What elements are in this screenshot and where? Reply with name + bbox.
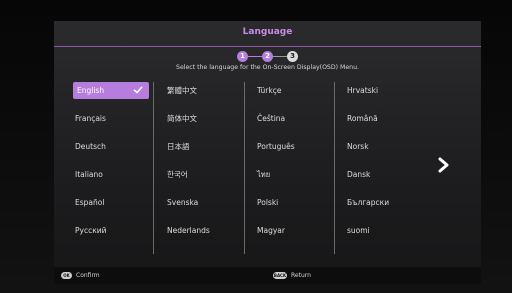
- language-option[interactable]: suomi: [341, 222, 421, 239]
- check-icon: [133, 86, 143, 94]
- language-label: English: [77, 86, 105, 95]
- step-connector: [247, 56, 263, 57]
- ok-key-icon: OK: [61, 272, 72, 279]
- step-1: 1: [237, 51, 248, 62]
- column-divider: [334, 82, 335, 254]
- language-option[interactable]: Norsk: [341, 138, 421, 155]
- language-dialog: Language 1 2 3 Select the language for t…: [54, 21, 481, 284]
- language-column-4: Hrvatski Română Norsk Dansk Български su…: [341, 78, 431, 260]
- language-option[interactable]: Deutsch: [69, 138, 149, 155]
- language-option[interactable]: Italiano: [69, 166, 149, 183]
- language-option[interactable]: Türkçe: [251, 82, 331, 99]
- language-option[interactable]: 繁體中文: [161, 82, 241, 99]
- column-divider: [244, 82, 245, 254]
- language-option[interactable]: Magyar: [251, 222, 331, 239]
- language-option[interactable]: Română: [341, 110, 421, 127]
- step-connector: [272, 56, 288, 57]
- language-option[interactable]: Hrvatski: [341, 82, 421, 99]
- language-option[interactable]: 한국어: [161, 166, 241, 183]
- language-option[interactable]: Čeština: [251, 110, 331, 127]
- back-key-icon: BACK: [273, 272, 287, 279]
- language-option[interactable]: 日本語: [161, 138, 241, 155]
- language-option-english[interactable]: English: [73, 82, 149, 99]
- column-divider: [153, 82, 154, 254]
- language-column-2: 繁體中文 简体中文 日本語 한국어 Svenska Nederlands: [161, 78, 251, 260]
- footer-bar: OK Confirm BACK Return: [54, 267, 481, 284]
- language-option[interactable]: ไทย: [251, 166, 331, 183]
- language-option[interactable]: Български: [341, 194, 421, 211]
- confirm-label: Confirm: [76, 272, 100, 279]
- language-option[interactable]: 简体中文: [161, 110, 241, 127]
- dialog-title: Language: [242, 27, 293, 37]
- step-3: 3: [287, 51, 298, 62]
- language-column-3: Türkçe Čeština Português ไทย Polski Magy…: [251, 78, 341, 260]
- language-option[interactable]: Dansk: [341, 166, 421, 183]
- language-option[interactable]: Svenska: [161, 194, 241, 211]
- language-option[interactable]: Polski: [251, 194, 331, 211]
- title-divider: [54, 46, 481, 47]
- language-grid: English Français Deutsch Italiano Españo…: [69, 78, 409, 273]
- step-indicator: 1 2 3: [237, 51, 298, 63]
- language-column-1: English Français Deutsch Italiano Españo…: [69, 78, 159, 260]
- chevron-right-icon[interactable]: [437, 157, 451, 173]
- language-option[interactable]: Español: [69, 194, 149, 211]
- language-option[interactable]: Nederlands: [161, 222, 241, 239]
- step-2: 2: [262, 51, 273, 62]
- return-label: Return: [291, 272, 311, 279]
- dialog-subtitle: Select the language for the On-Screen Di…: [176, 64, 359, 71]
- language-option[interactable]: Français: [69, 110, 149, 127]
- language-option[interactable]: Português: [251, 138, 331, 155]
- language-option[interactable]: Русский: [69, 222, 149, 239]
